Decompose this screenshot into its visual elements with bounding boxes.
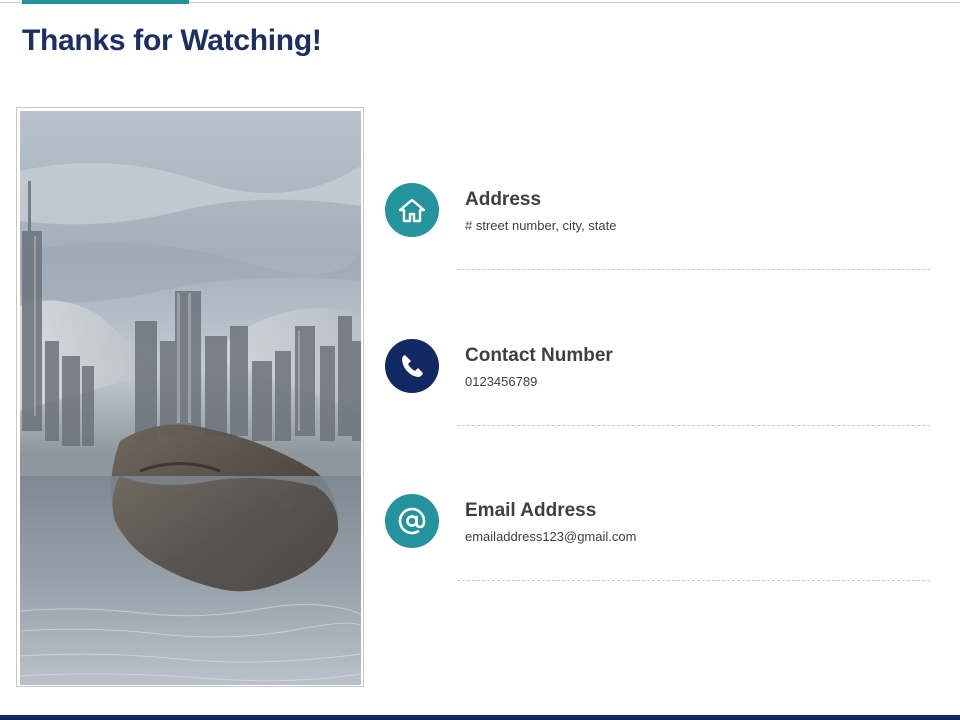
contact-title: Contact Number xyxy=(465,345,613,366)
home-icon xyxy=(385,183,439,237)
contact-title: Address xyxy=(465,189,542,210)
at-sign-icon xyxy=(385,494,439,548)
contact-detail: 0123456789 xyxy=(465,374,538,389)
contact-row-address: Address # street number, city, state xyxy=(384,183,930,273)
contact-row-email: Email Address emailaddress123@gmail.com xyxy=(384,494,930,584)
slide-title: Thanks for Watching! xyxy=(22,24,322,57)
phone-icon xyxy=(385,339,439,393)
dotted-divider xyxy=(457,425,930,426)
handshake-city-photo xyxy=(20,111,361,685)
dotted-divider xyxy=(457,580,930,581)
contact-row-phone: Contact Number 0123456789 xyxy=(384,339,930,429)
contact-detail: # street number, city, state xyxy=(465,218,617,233)
bottom-bar xyxy=(0,715,960,720)
dotted-divider xyxy=(457,269,930,270)
top-accent-bar xyxy=(22,0,189,4)
contact-title: Email Address xyxy=(465,500,597,521)
contact-detail: emailaddress123@gmail.com xyxy=(465,529,637,544)
